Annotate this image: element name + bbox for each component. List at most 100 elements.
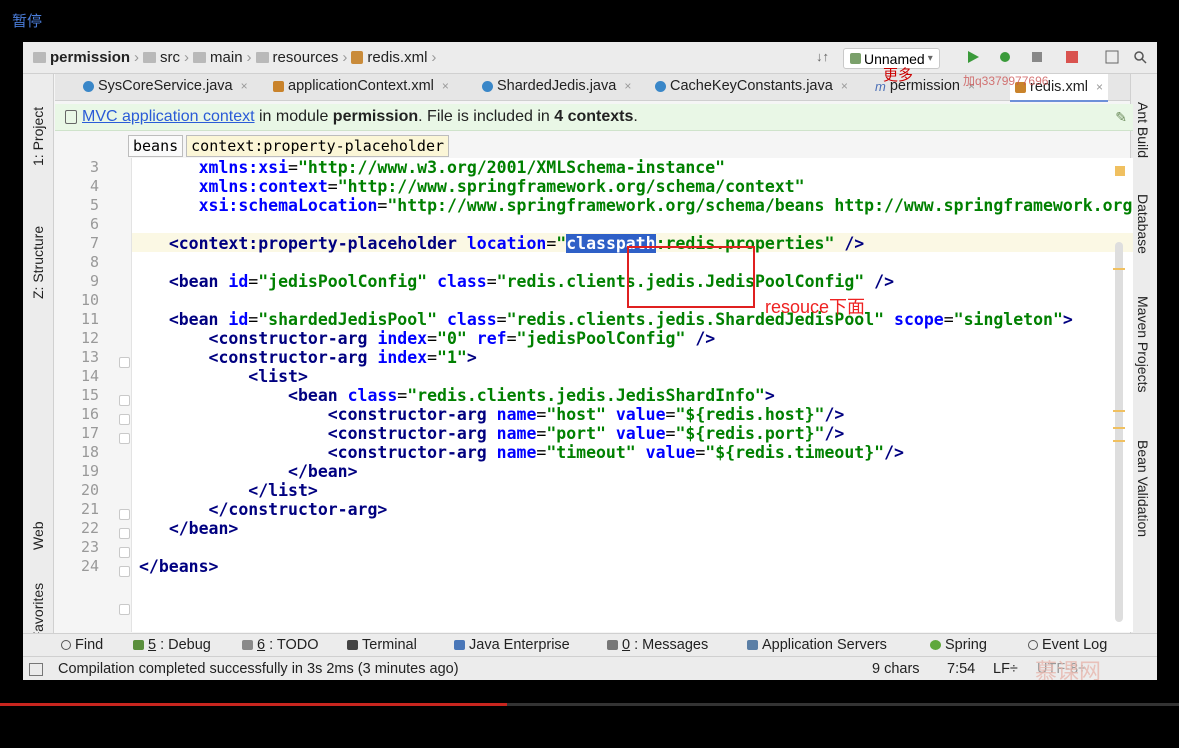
tool-java-enterprise[interactable]: Java Enterprise <box>454 637 570 653</box>
caret-position[interactable]: 7:54 <box>947 661 975 677</box>
chevron-down-icon: ▾ <box>927 53 933 64</box>
video-progress-bar[interactable] <box>0 703 1179 706</box>
code-editor[interactable]: 3 4 5 6 7 8 9 10 11 12 13 14 15 16 17 18… <box>55 158 1133 632</box>
tab-cachekeyconstants[interactable]: CacheKeyConstants.java × <box>655 78 848 94</box>
tool-todo[interactable]: 6: TODO <box>242 637 319 653</box>
code-line[interactable] <box>139 538 1133 557</box>
warning-marker[interactable] <box>1115 166 1125 176</box>
code-line[interactable]: </beans> <box>139 557 1133 576</box>
tool-maven-projects[interactable]: Maven Projects <box>1135 296 1151 392</box>
close-icon[interactable]: × <box>841 79 848 93</box>
code-line[interactable] <box>139 215 1133 234</box>
code-line[interactable]: xsi:schemaLocation="http://www.springfra… <box>139 196 1133 215</box>
code-line[interactable]: <constructor-arg name="timeout" value="$… <box>139 443 1133 462</box>
tool-messages[interactable]: 0: Messages <box>607 637 708 653</box>
tab-applicationcontext[interactable]: applicationContext.xml × <box>273 78 449 94</box>
close-icon[interactable]: × <box>624 79 631 93</box>
line-number: 9 <box>89 272 99 290</box>
breadcrumb-item-src[interactable]: src <box>160 49 180 66</box>
tool-terminal[interactable]: Terminal <box>347 637 417 653</box>
tool-label: Terminal <box>362 637 417 653</box>
code-line[interactable]: <constructor-arg index="1"> <box>139 348 1133 367</box>
code-line[interactable]: <constructor-arg name="port" value="${re… <box>139 424 1133 443</box>
tool-structure[interactable]: Z: Structure <box>30 226 46 299</box>
tab-label: SysCoreService.java <box>98 78 233 94</box>
stop-icon[interactable] <box>1065 50 1079 64</box>
structure-item-placeholder[interactable]: context:property-placeholder <box>186 135 450 157</box>
tool-event-log[interactable]: Event Log <box>1028 637 1107 653</box>
tool-label: Event Log <box>1042 637 1108 653</box>
breadcrumb-item-main[interactable]: main <box>210 49 243 66</box>
structure-item-beans[interactable]: beans <box>128 135 184 157</box>
tool-ant-build[interactable]: Ant Build <box>1135 102 1151 158</box>
tool-debug[interactable]: 5: Debug <box>133 637 211 653</box>
code-line[interactable]: <bean class="redis.clients.jedis.JedisSh… <box>139 386 1133 405</box>
close-icon[interactable]: × <box>241 79 248 93</box>
tool-project[interactable]: 1: Project <box>30 107 46 166</box>
code-line[interactable]: <constructor-arg name="host" value="${re… <box>139 405 1133 424</box>
fold-icon[interactable] <box>119 414 130 425</box>
site-watermark: 慕课网 <box>1035 659 1102 680</box>
fold-icon[interactable] <box>119 433 130 444</box>
mvc-context-link[interactable]: MVC application context <box>82 108 255 125</box>
layout-icon[interactable] <box>1105 50 1119 64</box>
tab-syscoreservice[interactable]: SysCoreService.java × <box>83 78 248 94</box>
scroll-marker[interactable] <box>1113 440 1125 442</box>
code-line[interactable]: </constructor-arg> <box>139 500 1133 519</box>
code-text[interactable]: xmlns:xsi="http://www.w3.org/2001/XMLSch… <box>139 158 1133 576</box>
code-line[interactable]: </bean> <box>139 462 1133 481</box>
breadcrumb-item-file[interactable]: redis.xml <box>367 49 427 66</box>
fold-icon[interactable] <box>119 604 130 615</box>
breadcrumb-item-project[interactable]: permission <box>50 49 130 66</box>
fold-icon[interactable] <box>119 509 130 520</box>
tool-label: : Messages <box>634 637 709 653</box>
tab-shardedjedis[interactable]: ShardedJedis.java × <box>482 78 631 94</box>
tool-application-servers[interactable]: Application Servers <box>747 637 887 653</box>
java-enterprise-icon <box>454 640 465 650</box>
tool-spring[interactable]: Spring <box>930 637 987 653</box>
selection-count: 9 chars <box>872 661 920 677</box>
fold-icon[interactable] <box>119 566 130 577</box>
pause-label[interactable]: 暂停 <box>12 10 42 31</box>
sort-icon[interactable]: ↓↑ <box>816 49 829 64</box>
tool-mnemonic: 6 <box>257 637 266 653</box>
run-icon[interactable] <box>966 50 980 64</box>
tool-find[interactable]: Find <box>61 637 103 653</box>
vertical-scrollbar[interactable] <box>1115 242 1123 622</box>
code-line[interactable]: <constructor-arg index="0" ref="jedisPoo… <box>139 329 1133 348</box>
close-icon[interactable]: × <box>442 79 449 93</box>
fold-icon[interactable] <box>119 547 130 558</box>
code-line[interactable]: <bean id="shardedJedisPool" class="redis… <box>139 310 1133 329</box>
code-line[interactable]: </list> <box>139 481 1133 500</box>
line-number: 14 <box>80 367 99 385</box>
line-separator[interactable]: LF÷ <box>993 661 1018 677</box>
settings-icon[interactable]: ✎ <box>1115 109 1127 126</box>
search-icon[interactable] <box>1133 50 1147 64</box>
fold-icon[interactable] <box>119 528 130 539</box>
code-line[interactable]: </bean> <box>139 519 1133 538</box>
code-line[interactable]: xmlns:context="http://www.springframewor… <box>139 177 1133 196</box>
breadcrumb: permission › src › main › resources › redis.… <box>33 49 436 66</box>
code-line[interactable]: <list> <box>139 367 1133 386</box>
debug-icon[interactable] <box>998 50 1012 64</box>
tool-web[interactable]: Web <box>30 521 46 550</box>
fold-icon[interactable] <box>119 357 130 368</box>
fold-icon[interactable] <box>119 395 130 406</box>
scroll-marker[interactable] <box>1113 427 1125 429</box>
line-number: 3 <box>89 158 99 176</box>
code-line[interactable]: xmlns:xsi="http://www.w3.org/2001/XMLSch… <box>139 158 1133 177</box>
close-icon[interactable]: × <box>1096 74 1103 100</box>
tool-bean-validation[interactable]: Bean Validation <box>1135 440 1151 537</box>
scroll-marker[interactable] <box>1113 268 1125 270</box>
banner-text: . <box>633 108 638 125</box>
scroll-marker[interactable] <box>1113 410 1125 412</box>
tab-label: ShardedJedis.java <box>497 78 617 94</box>
tool-database[interactable]: Database <box>1135 194 1151 254</box>
ide-window: permission › src › main › resources › redis.… <box>23 42 1157 680</box>
breadcrumb-item-resources[interactable]: resources <box>273 49 339 66</box>
coverage-icon[interactable] <box>1030 50 1044 64</box>
tab-label: applicationContext.xml <box>288 78 434 94</box>
line-number: 10 <box>80 291 99 309</box>
tool-window-toggle-icon[interactable] <box>29 663 43 676</box>
tool-label: : Debug <box>160 637 211 653</box>
